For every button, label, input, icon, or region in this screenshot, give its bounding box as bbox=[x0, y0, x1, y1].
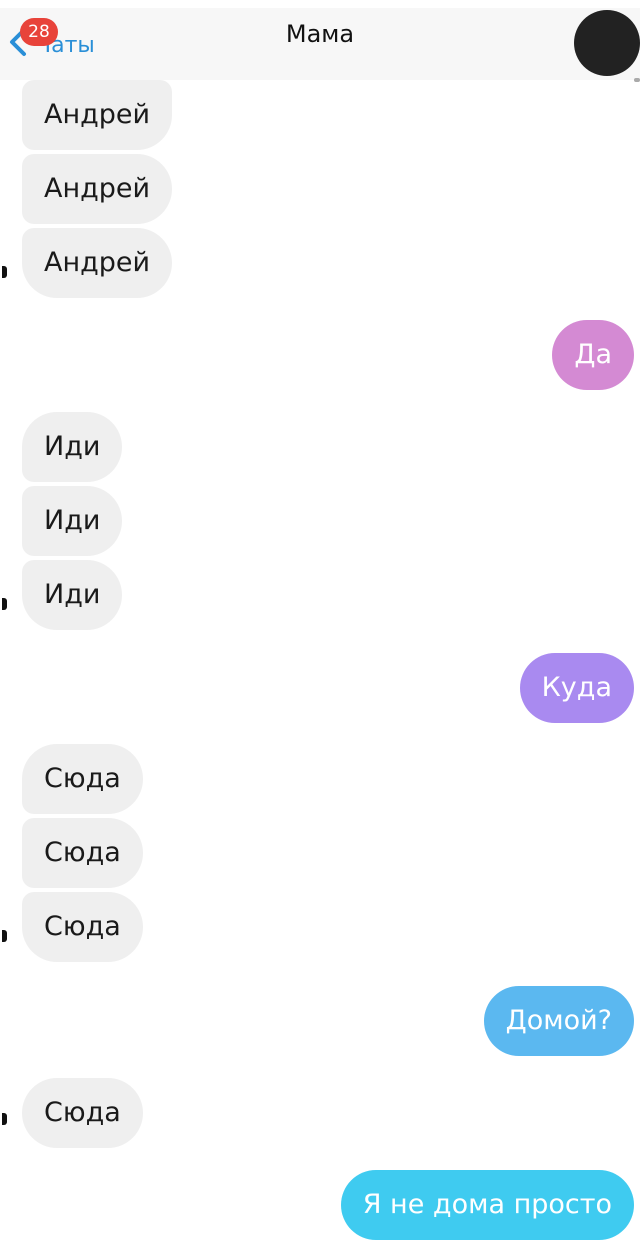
incoming-message[interactable]: Сюда bbox=[22, 818, 143, 888]
status-bar-strip bbox=[0, 0, 640, 8]
outgoing-message[interactable]: Домой? bbox=[483, 986, 634, 1056]
chat-screen: Чаты 28 Мама Андрей Андрей Андрей Да Иди… bbox=[0, 0, 640, 1247]
incoming-message[interactable]: Андрей bbox=[22, 154, 173, 224]
sender-tail-marker bbox=[2, 930, 7, 942]
sender-tail-marker bbox=[2, 598, 7, 610]
sender-tail-marker bbox=[2, 1113, 7, 1125]
contact-avatar[interactable] bbox=[574, 10, 640, 76]
scroll-indicator bbox=[634, 78, 640, 82]
incoming-message[interactable]: Сюда bbox=[22, 1078, 143, 1148]
outgoing-message[interactable]: Я не дома просто bbox=[340, 1170, 634, 1240]
incoming-message[interactable]: Иди bbox=[22, 560, 123, 630]
chat-title: Мама bbox=[285, 20, 355, 48]
outgoing-message[interactable]: Куда bbox=[519, 653, 634, 723]
incoming-message[interactable]: Иди bbox=[22, 486, 123, 556]
incoming-message[interactable]: Андрей bbox=[22, 228, 173, 298]
outgoing-message[interactable]: Да bbox=[552, 320, 634, 390]
incoming-message[interactable]: Андрей bbox=[22, 80, 173, 150]
sender-tail-marker bbox=[2, 266, 7, 278]
incoming-message[interactable]: Иди bbox=[22, 412, 123, 482]
incoming-message[interactable]: Сюда bbox=[22, 892, 143, 962]
incoming-message[interactable]: Сюда bbox=[22, 744, 143, 814]
chat-header: Чаты 28 Мама bbox=[0, 0, 640, 82]
